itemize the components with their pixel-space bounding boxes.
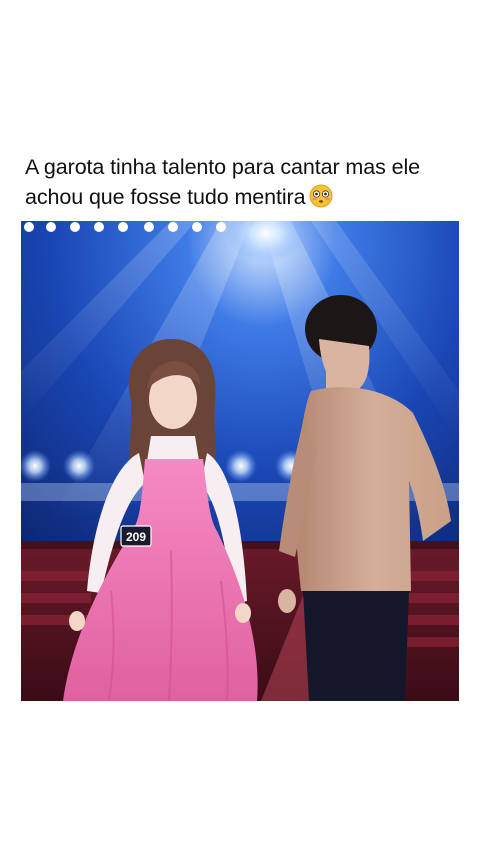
contestant-number-tag: 209 [120,525,152,547]
post-caption: A garota tinha talento para cantar mas e… [25,152,465,212]
contestant-number: 209 [126,530,146,544]
caption-line-1: A garota tinha talento para cantar mas e… [25,155,420,179]
caption-line-2: achou que fosse tudo mentira [25,185,306,209]
video-frame[interactable]: 209 [21,221,459,701]
stage-scene: 209 [21,221,459,701]
flushed-face-icon [309,184,333,208]
